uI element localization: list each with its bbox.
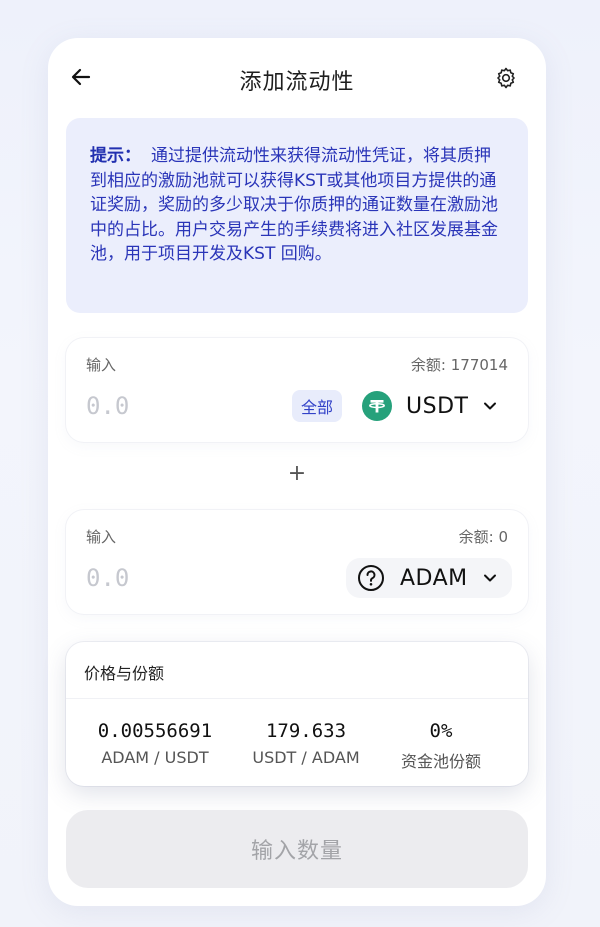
price-title: 价格与份额	[84, 664, 165, 683]
stat-value: 0.00556691	[97, 720, 213, 742]
input-a-label: 输入	[86, 356, 117, 374]
chevron-down-icon	[482, 398, 498, 414]
chevron-down-icon	[482, 570, 498, 586]
stat-value: 179.633	[265, 720, 347, 742]
plus-icon: +	[287, 461, 307, 486]
page-title: 添加流动性	[239, 70, 355, 95]
enter-amount-button[interactable]: 输入数量	[66, 810, 528, 888]
input-b-balance: 余额: 0	[458, 528, 508, 546]
header: 添加流动性	[48, 38, 546, 118]
max-button[interactable]: 全部	[292, 390, 342, 422]
stat-price-usdt-adam: 179.633 USDT / ADAM	[229, 718, 383, 767]
settings-button[interactable]	[492, 64, 520, 92]
token-input-a: 输入 余额: 177014 全部 USDT	[66, 338, 528, 442]
add-liquidity-card: 添加流动性 提示： 通过提供流动性来获得流动性凭证，将其质押到相应的激励池就可以获…	[48, 38, 546, 906]
input-a-balance: 余额: 177014	[410, 356, 508, 374]
stat-price-adam-usdt: 0.00556691 ADAM / USDT	[78, 718, 232, 767]
stat-label: USDT / ADAM	[252, 748, 360, 767]
token-select-b[interactable]: ADAM	[346, 558, 512, 598]
question-circle-icon	[356, 563, 386, 593]
token-input-b: 输入 余额: 0 ADAM	[66, 510, 528, 614]
usdt-token-icon	[362, 391, 392, 421]
gear-icon	[497, 67, 515, 89]
token-select-a[interactable]: USDT	[358, 386, 506, 426]
divider	[66, 698, 528, 699]
input-b-label: 输入	[86, 528, 117, 546]
tip-label: 提示：	[90, 146, 141, 166]
stat-label: 资金池份额	[400, 752, 481, 771]
stat-pool-share: 0% 资金池份额	[364, 718, 518, 772]
info-tip: 提示： 通过提供流动性来获得流动性凭证，将其质押到相应的激励池就可以获得KST或其…	[66, 118, 528, 313]
stat-value: 0%	[429, 720, 453, 742]
amount-input-b[interactable]	[86, 560, 206, 596]
price-and-share-panel: 价格与份额 0.00556691 ADAM / USDT 179.633 USD…	[66, 642, 528, 786]
token-a-name: USDT	[406, 393, 469, 419]
tip-text: 通过提供流动性来获得流动性凭证，将其质押到相应的激励池就可以获得KST或其他项目…	[90, 146, 498, 264]
amount-input-a[interactable]	[86, 388, 206, 424]
stat-label: ADAM / USDT	[101, 748, 209, 767]
token-b-name: ADAM	[400, 565, 468, 591]
